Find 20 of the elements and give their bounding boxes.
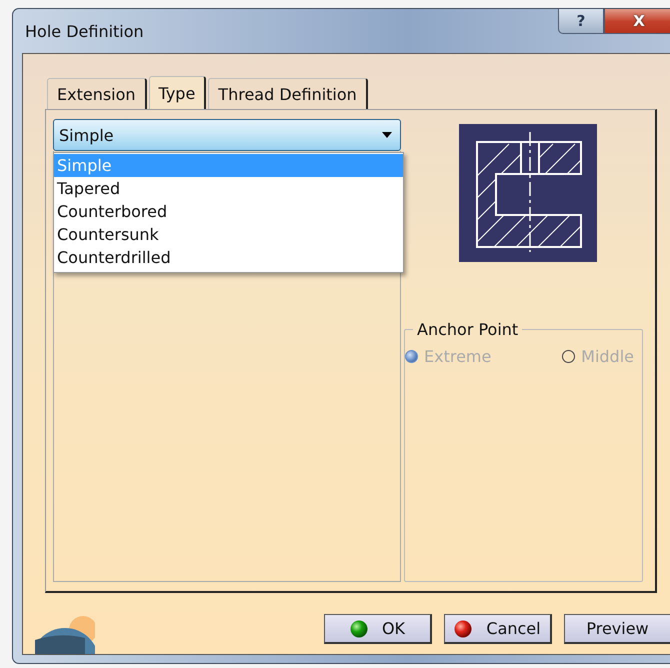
ball-icon [454, 620, 472, 638]
close-button[interactable]: X [604, 9, 670, 34]
dropdown-option[interactable]: Counterbored [54, 200, 403, 223]
dropdown-option[interactable]: Countersunk [54, 223, 403, 246]
type-dropdown[interactable]: Simple [53, 119, 401, 151]
dialog-button[interactable]: Preview [564, 614, 670, 644]
ball-icon [350, 620, 368, 638]
group-title: Anchor Point [416, 320, 520, 339]
tab[interactable]: Extension [47, 78, 147, 109]
dialog-button[interactable]: Cancel [444, 614, 552, 644]
help-button[interactable]: ? [558, 9, 604, 34]
tab[interactable]: Thread Definition [208, 78, 368, 109]
dropdown-option[interactable]: Counterdrilled [54, 246, 403, 269]
tab[interactable]: Type [148, 76, 206, 109]
radio-label: Middle [581, 347, 634, 366]
dropdown-option[interactable]: Tapered [54, 177, 403, 200]
window-title: Hole Definition [25, 22, 144, 40]
radio-label: Extreme [424, 347, 492, 366]
caret-icon [382, 132, 392, 138]
dialog-button[interactable]: OK [324, 614, 432, 644]
